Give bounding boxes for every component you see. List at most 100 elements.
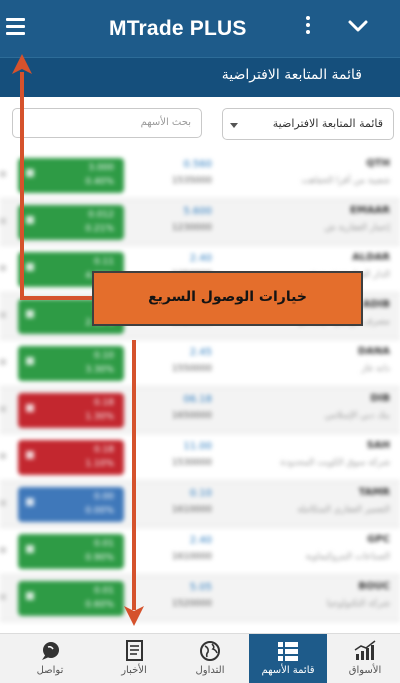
- chip-value: 0.01: [93, 539, 114, 549]
- search-placeholder: بحث الأسهم: [140, 117, 191, 128]
- chip-indicator: [26, 404, 34, 412]
- change-chip[interactable]: 0.18 1.10%: [18, 440, 124, 475]
- app-bar: MTrade PLUS: [0, 0, 400, 57]
- row-edge-marker: [0, 453, 6, 459]
- chip-percent: 0.00%: [85, 506, 114, 516]
- chip-percent: 0.21%: [85, 224, 114, 234]
- list-icon: [276, 640, 300, 662]
- chip-value: 0.012: [88, 210, 114, 220]
- chip-value: 0.10: [93, 351, 114, 361]
- chip-percent: 0.90%: [85, 553, 114, 563]
- tab-trading[interactable]: التداول: [172, 634, 248, 683]
- stock-name: شعيبة من أقرا الخفاهت: [301, 176, 390, 186]
- more-options-icon[interactable]: [302, 16, 314, 40]
- chip-value: 0.00: [93, 492, 114, 502]
- chevron-down-icon[interactable]: [346, 14, 370, 38]
- stock-symbol: ALDAR: [352, 252, 390, 263]
- tab-markets[interactable]: الأسواق: [330, 634, 400, 683]
- tab-news-label: الأخبار: [121, 665, 147, 676]
- stock-price: 5.600: [183, 206, 212, 217]
- stock-volume: 1610000: [171, 552, 212, 562]
- row-edge-marker: [0, 594, 6, 600]
- stock-price: 06.18: [183, 394, 212, 405]
- stock-price: 0.560: [183, 159, 212, 170]
- quick-access-callout: خيارات الوصول السريع: [92, 271, 363, 326]
- change-chip[interactable]: 0.01 0.60%: [18, 581, 124, 616]
- stock-name: إعمار العقارية ش: [324, 223, 390, 233]
- row-edge-marker: [0, 359, 6, 365]
- stock-name: دانة غاز: [361, 364, 391, 374]
- chip-value: 3.000: [88, 163, 114, 173]
- stock-row[interactable]: 0.012 0.21% 5.600 1230000 EMAAR إعمار العقاري…: [0, 199, 400, 246]
- chip-percent: 0.60%: [85, 600, 114, 610]
- annotation-line-horizontal: [20, 296, 92, 300]
- row-edge-marker: [0, 500, 6, 506]
- stock-row[interactable]: 0.18 1.10% 11.00 1530000 SAH شركة سوق الكويت …: [0, 434, 400, 481]
- chip-indicator: [26, 451, 34, 459]
- stock-row[interactable]: 3.000 0.40% 0.560 1535000 QTH شعيبة من أقرا ا…: [0, 152, 400, 199]
- chip-value: 0.01: [93, 586, 114, 596]
- stock-symbol: ADIB: [362, 299, 390, 310]
- globe-icon: [198, 640, 222, 662]
- stock-symbol: QTH: [366, 158, 390, 169]
- stock-name: شركة سوق الكويت المحدودة: [280, 458, 390, 468]
- stock-symbol: BOUC: [358, 581, 390, 592]
- chip-percent: 1.10%: [85, 459, 114, 469]
- stock-name: الصناعات البتروكيماوية: [305, 552, 390, 562]
- row-edge-marker: [0, 547, 6, 553]
- stock-price: 5.05: [189, 582, 212, 593]
- tab-contact[interactable]: تواصل: [10, 634, 90, 683]
- stock-volume: 1535000: [171, 176, 212, 186]
- stock-price: 2.40: [189, 535, 212, 546]
- chip-indicator: [26, 592, 34, 600]
- stock-row[interactable]: 0.10 3.30% 2.45 1550000 DANA دانة غاز: [0, 340, 400, 387]
- stock-price: 11.00: [183, 441, 212, 452]
- stock-volume: 1550000: [171, 364, 212, 374]
- change-chip[interactable]: 0.01 0.90%: [18, 534, 124, 569]
- watchlist-selected: قائمة المتابعة الافتراضية: [272, 117, 383, 130]
- change-chip[interactable]: 3.000 0.40%: [18, 158, 124, 193]
- bottom-nav: الأسواق قائمة الأسهم التداول الأخبار توا…: [0, 633, 400, 683]
- market-chart-icon: [353, 640, 377, 662]
- stock-symbol: GPC: [367, 534, 390, 545]
- tab-contact-label: تواصل: [36, 665, 64, 676]
- stock-symbol: DANA: [357, 346, 390, 357]
- chip-percent: 0.40%: [85, 177, 114, 187]
- stock-name: بنك دبي الإسلامي: [324, 411, 390, 421]
- row-edge-marker: [0, 171, 6, 177]
- tab-markets-label: الأسواق: [348, 665, 382, 676]
- stock-symbol: SAH: [366, 440, 390, 451]
- chat-icon: [38, 640, 62, 662]
- stock-row[interactable]: 0.01 0.60% 5.05 1520000 BOUC شركة التكنولوجيا: [0, 575, 400, 622]
- tab-trading-label: التداول: [195, 665, 225, 676]
- chip-value: 0.18: [93, 445, 114, 455]
- change-chip[interactable]: 0.012 0.21%: [18, 205, 124, 240]
- chip-value: 0.18: [93, 398, 114, 408]
- stock-row[interactable]: 0.18 1.30% 06.18 1650000 DIB بنك دبي الإسلامي: [0, 387, 400, 434]
- caret-down-icon: [230, 123, 238, 128]
- stock-row[interactable]: 0.01 0.90% 2.40 1610000 GPC الصناعات البتروكي…: [0, 528, 400, 575]
- tab-news[interactable]: الأخبار: [98, 634, 170, 683]
- chip-indicator: [26, 169, 34, 177]
- stock-price: 2.40: [189, 253, 212, 264]
- stock-row[interactable]: 0.00 0.00% 0.10 1610000 TAMR التعمير العقاري …: [0, 481, 400, 528]
- change-chip[interactable]: 0.18 1.30%: [18, 393, 124, 428]
- chip-percent: 3.30%: [85, 365, 114, 375]
- stock-price: 0.10: [189, 488, 212, 499]
- menu-icon[interactable]: [4, 14, 30, 42]
- news-icon: [122, 640, 146, 662]
- annotation-line-vertical-right: [132, 340, 136, 610]
- annotation-arrowhead-up: [12, 54, 32, 74]
- stock-price: 2.45: [189, 347, 212, 358]
- tab-stock-list[interactable]: قائمة الأسهم: [249, 634, 327, 683]
- stock-volume: 1520000: [171, 599, 212, 609]
- change-chip[interactable]: 0.10 3.30%: [18, 346, 124, 381]
- change-chip[interactable]: 0.00 0.00%: [18, 487, 124, 522]
- app-title: MTrade PLUS: [109, 17, 247, 40]
- stock-symbol: EMAAR: [350, 205, 390, 216]
- search-input[interactable]: بحث الأسهم: [12, 108, 202, 138]
- callout-text: خيارات الوصول السريع: [148, 289, 307, 305]
- row-edge-marker: [0, 312, 6, 318]
- tab-stock-list-label: قائمة الأسهم: [261, 665, 315, 676]
- watchlist-dropdown[interactable]: قائمة المتابعة الافتراضية: [222, 108, 394, 140]
